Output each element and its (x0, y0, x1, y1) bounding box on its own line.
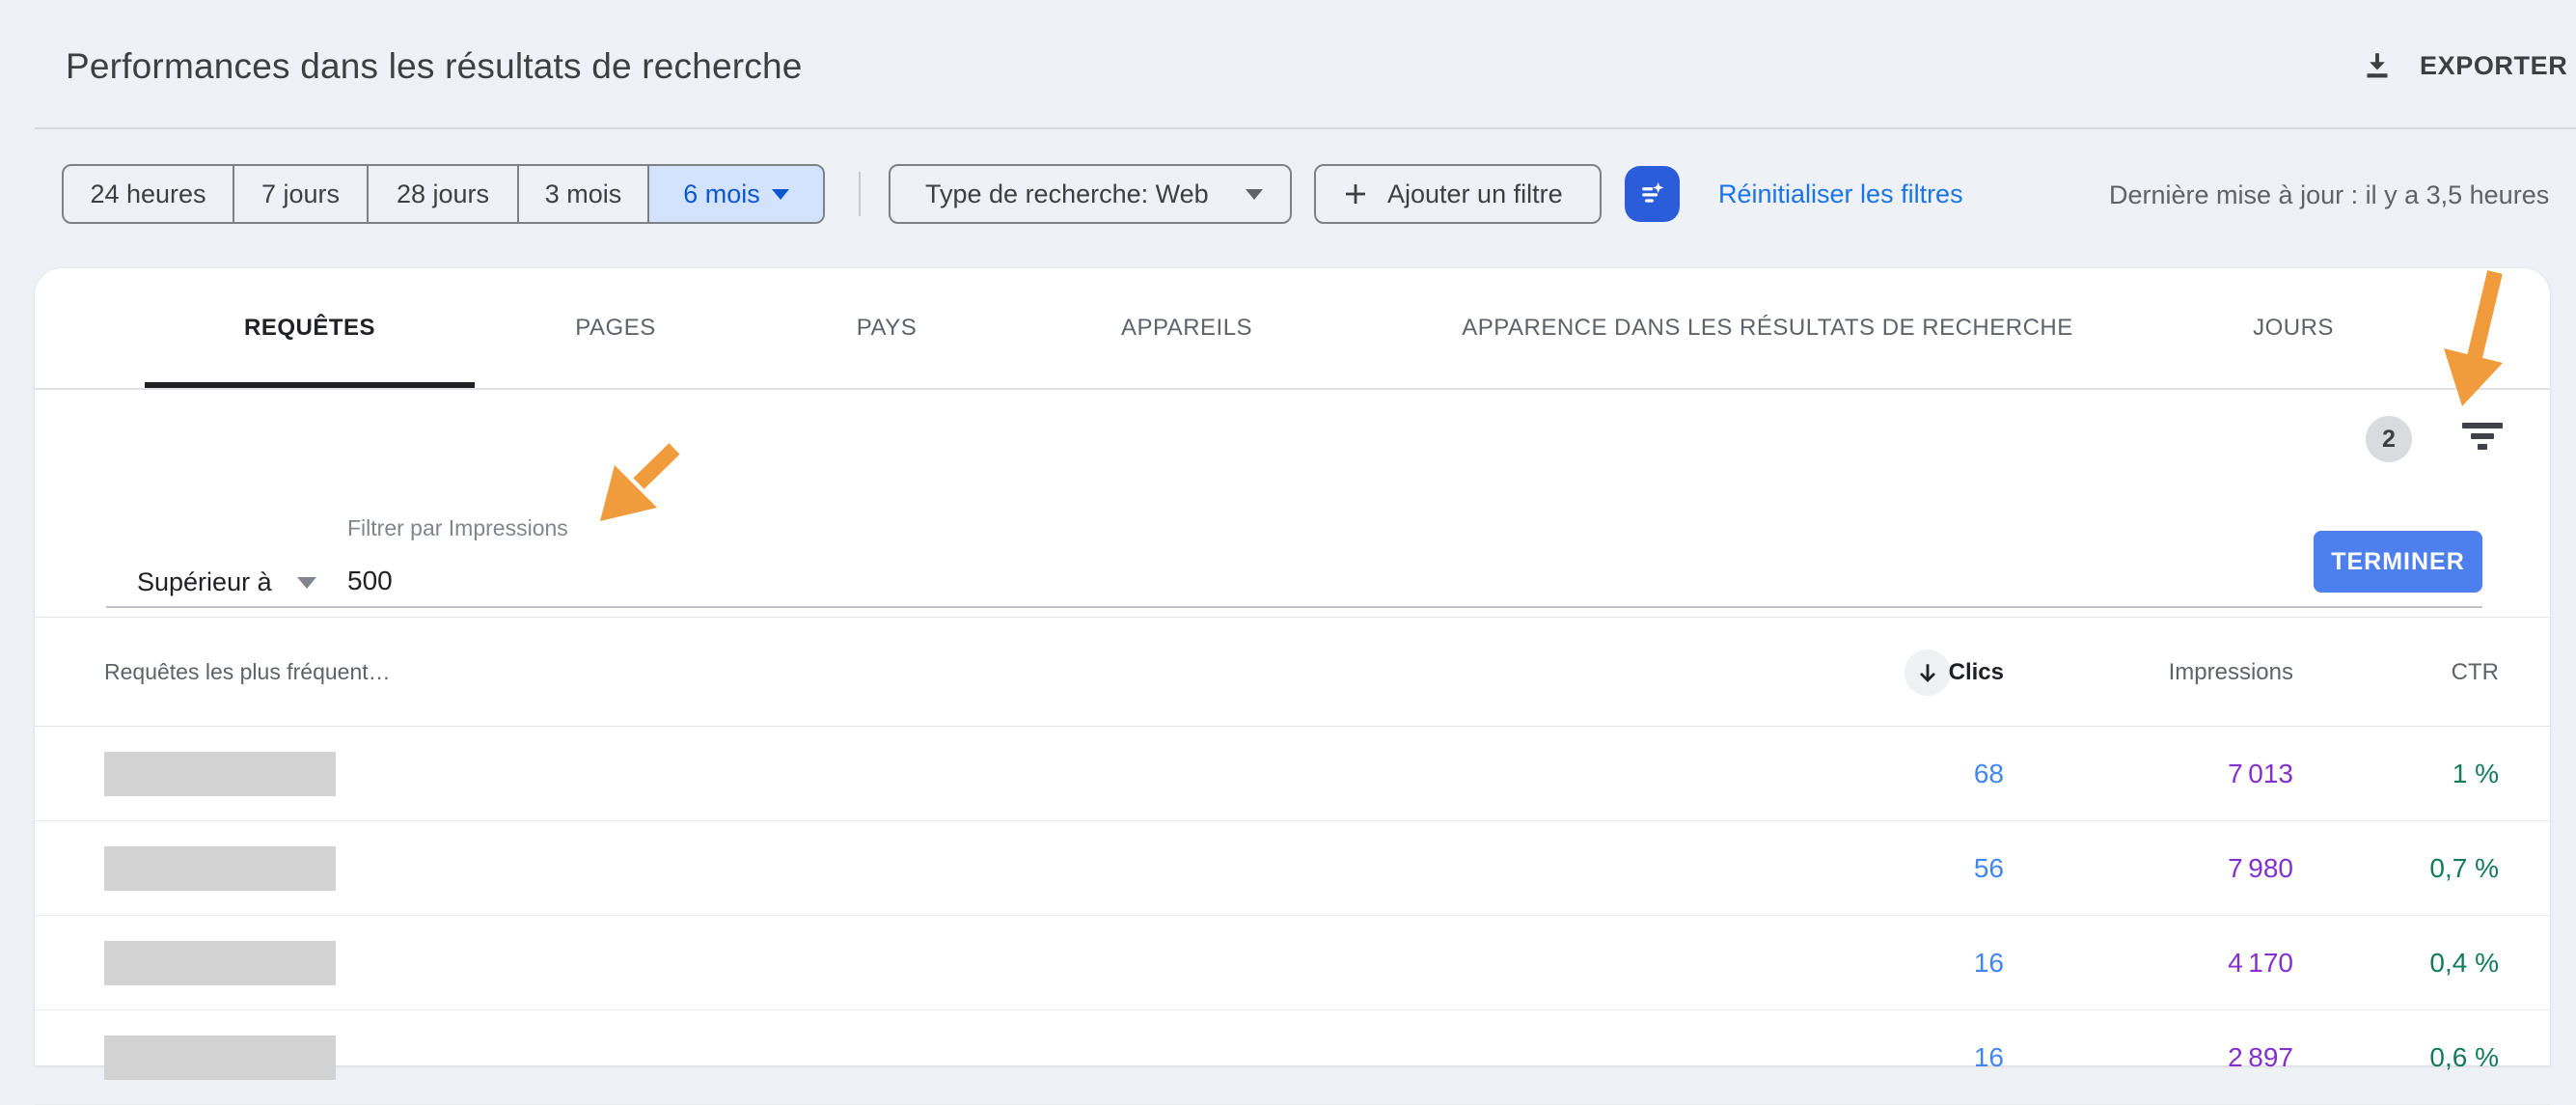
search-type-dropdown[interactable]: Type de recherche: Web (889, 164, 1292, 224)
dimension-tabs: REQUÊTES PAGES PAYS APPAREILS APPARENCE … (35, 268, 2550, 390)
plus-icon (1341, 180, 1370, 208)
ctr-value: 0,4 % (2429, 916, 2499, 1009)
impressions-column-header[interactable]: Impressions (2169, 618, 2293, 727)
active-tab-underline (145, 382, 475, 388)
last-update-text: Dernière mise à jour : il y a 3,5 heures (2109, 180, 2549, 210)
filter-operator-dropdown[interactable]: Supérieur à (137, 567, 316, 597)
export-label: EXPORTER (2420, 51, 2567, 81)
export-button[interactable]: EXPORTER (2360, 48, 2567, 83)
tab-apparence[interactable]: APPARENCE DANS LES RÉSULTATS DE RECHERCH… (1462, 268, 2073, 388)
impressions-value: 7 980 (2228, 821, 2293, 915)
chevron-down-icon (297, 577, 316, 589)
redacted-query-cell (104, 1036, 336, 1080)
redacted-query-cell (104, 941, 336, 985)
date-range-28d[interactable]: 28 jours (369, 166, 519, 222)
chevron-down-icon (772, 189, 789, 200)
date-range-6m-selected[interactable]: 6 mois (649, 166, 823, 222)
arrow-down-icon (1914, 659, 1941, 686)
table-row[interactable]: 16 4 170 0,4 % (35, 916, 2550, 1010)
table-filter-icon[interactable] (2462, 423, 2503, 454)
table-row[interactable]: 68 7 013 1 % (35, 727, 2550, 821)
done-button[interactable]: TERMINER (2314, 531, 2482, 593)
add-filter-button[interactable]: Ajouter un filtre (1314, 164, 1602, 224)
active-filter-count-badge: 2 (2366, 416, 2412, 462)
clics-value: 68 (1974, 727, 2004, 820)
table-row[interactable]: 16 2 897 0,6 % (35, 1010, 2550, 1105)
ctr-value: 1 % (2453, 727, 2499, 820)
download-icon (2360, 48, 2395, 83)
date-range-3m[interactable]: 3 mois (519, 166, 649, 222)
query-column-header: Requêtes les plus fréquent… (104, 618, 391, 727)
table-row[interactable]: 56 7 980 0,7 % (35, 821, 2550, 916)
clics-value: 16 (1974, 1010, 2004, 1104)
redacted-query-cell (104, 752, 336, 796)
tab-requetes[interactable]: REQUÊTES (244, 268, 375, 388)
performance-card: REQUÊTES PAGES PAYS APPAREILS APPARENCE … (35, 268, 2550, 1065)
header-divider (35, 127, 2576, 129)
impressions-value: 7 013 (2228, 727, 2293, 820)
filter-bar-divider (859, 172, 861, 216)
filter-sparkle-icon (1636, 178, 1669, 210)
date-range-7d[interactable]: 7 jours (234, 166, 369, 222)
date-range-segmented-control: 24 heures 7 jours 28 jours 3 mois 6 mois (62, 164, 825, 224)
smart-filter-button[interactable] (1625, 166, 1680, 222)
clics-column-header[interactable]: Clics (1949, 618, 2004, 727)
tab-jours[interactable]: JOURS (2253, 268, 2334, 388)
ctr-column-header[interactable]: CTR (2452, 618, 2499, 727)
sort-indicator[interactable] (1905, 649, 1951, 696)
impressions-value: 2 897 (2228, 1010, 2293, 1104)
tab-appareils[interactable]: APPAREILS (1121, 268, 1252, 388)
page-title: Performances dans les résultats de reche… (66, 46, 803, 87)
filter-field-label: Filtrer par Impressions (347, 515, 568, 541)
reset-filters-link[interactable]: Réinitialiser les filtres (1718, 180, 1963, 209)
date-range-24h[interactable]: 24 heures (64, 166, 234, 222)
tab-pages[interactable]: PAGES (575, 268, 655, 388)
redacted-query-cell (104, 846, 336, 891)
chevron-down-icon (1246, 189, 1263, 200)
filter-input-underline (106, 606, 2482, 608)
impressions-value: 4 170 (2228, 916, 2293, 1009)
tab-pays[interactable]: PAYS (857, 268, 917, 388)
filter-value-input[interactable]: 500 (347, 566, 393, 596)
ctr-value: 0,6 % (2429, 1010, 2499, 1104)
table-header-row: Requêtes les plus fréquent… Clics Impres… (35, 618, 2550, 727)
ctr-value: 0,7 % (2429, 821, 2499, 915)
clics-value: 56 (1974, 821, 2004, 915)
clics-value: 16 (1974, 916, 2004, 1009)
